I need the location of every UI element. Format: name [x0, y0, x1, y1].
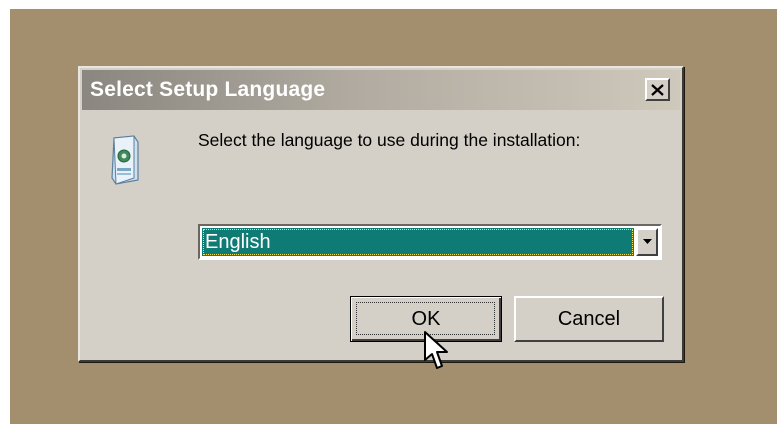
title-bar[interactable]: Select Setup Language [82, 70, 680, 110]
cancel-button[interactable]: Cancel [514, 296, 664, 342]
cancel-button-label: Cancel [557, 307, 621, 330]
chevron-down-icon [642, 239, 652, 244]
close-icon [651, 83, 664, 96]
arrow-pointer-icon [424, 331, 448, 369]
setup-package-icon [111, 135, 139, 185]
language-select[interactable]: English [198, 224, 662, 260]
dropdown-button[interactable] [636, 228, 658, 256]
prompt-text: Select the language to use during the in… [198, 130, 581, 150]
close-button[interactable] [645, 78, 670, 101]
dialog-title: Select Setup Language [90, 78, 326, 101]
language-select-value[interactable]: English [202, 228, 634, 256]
setup-language-dialog: Select Setup Language Select the languag… [78, 66, 684, 362]
